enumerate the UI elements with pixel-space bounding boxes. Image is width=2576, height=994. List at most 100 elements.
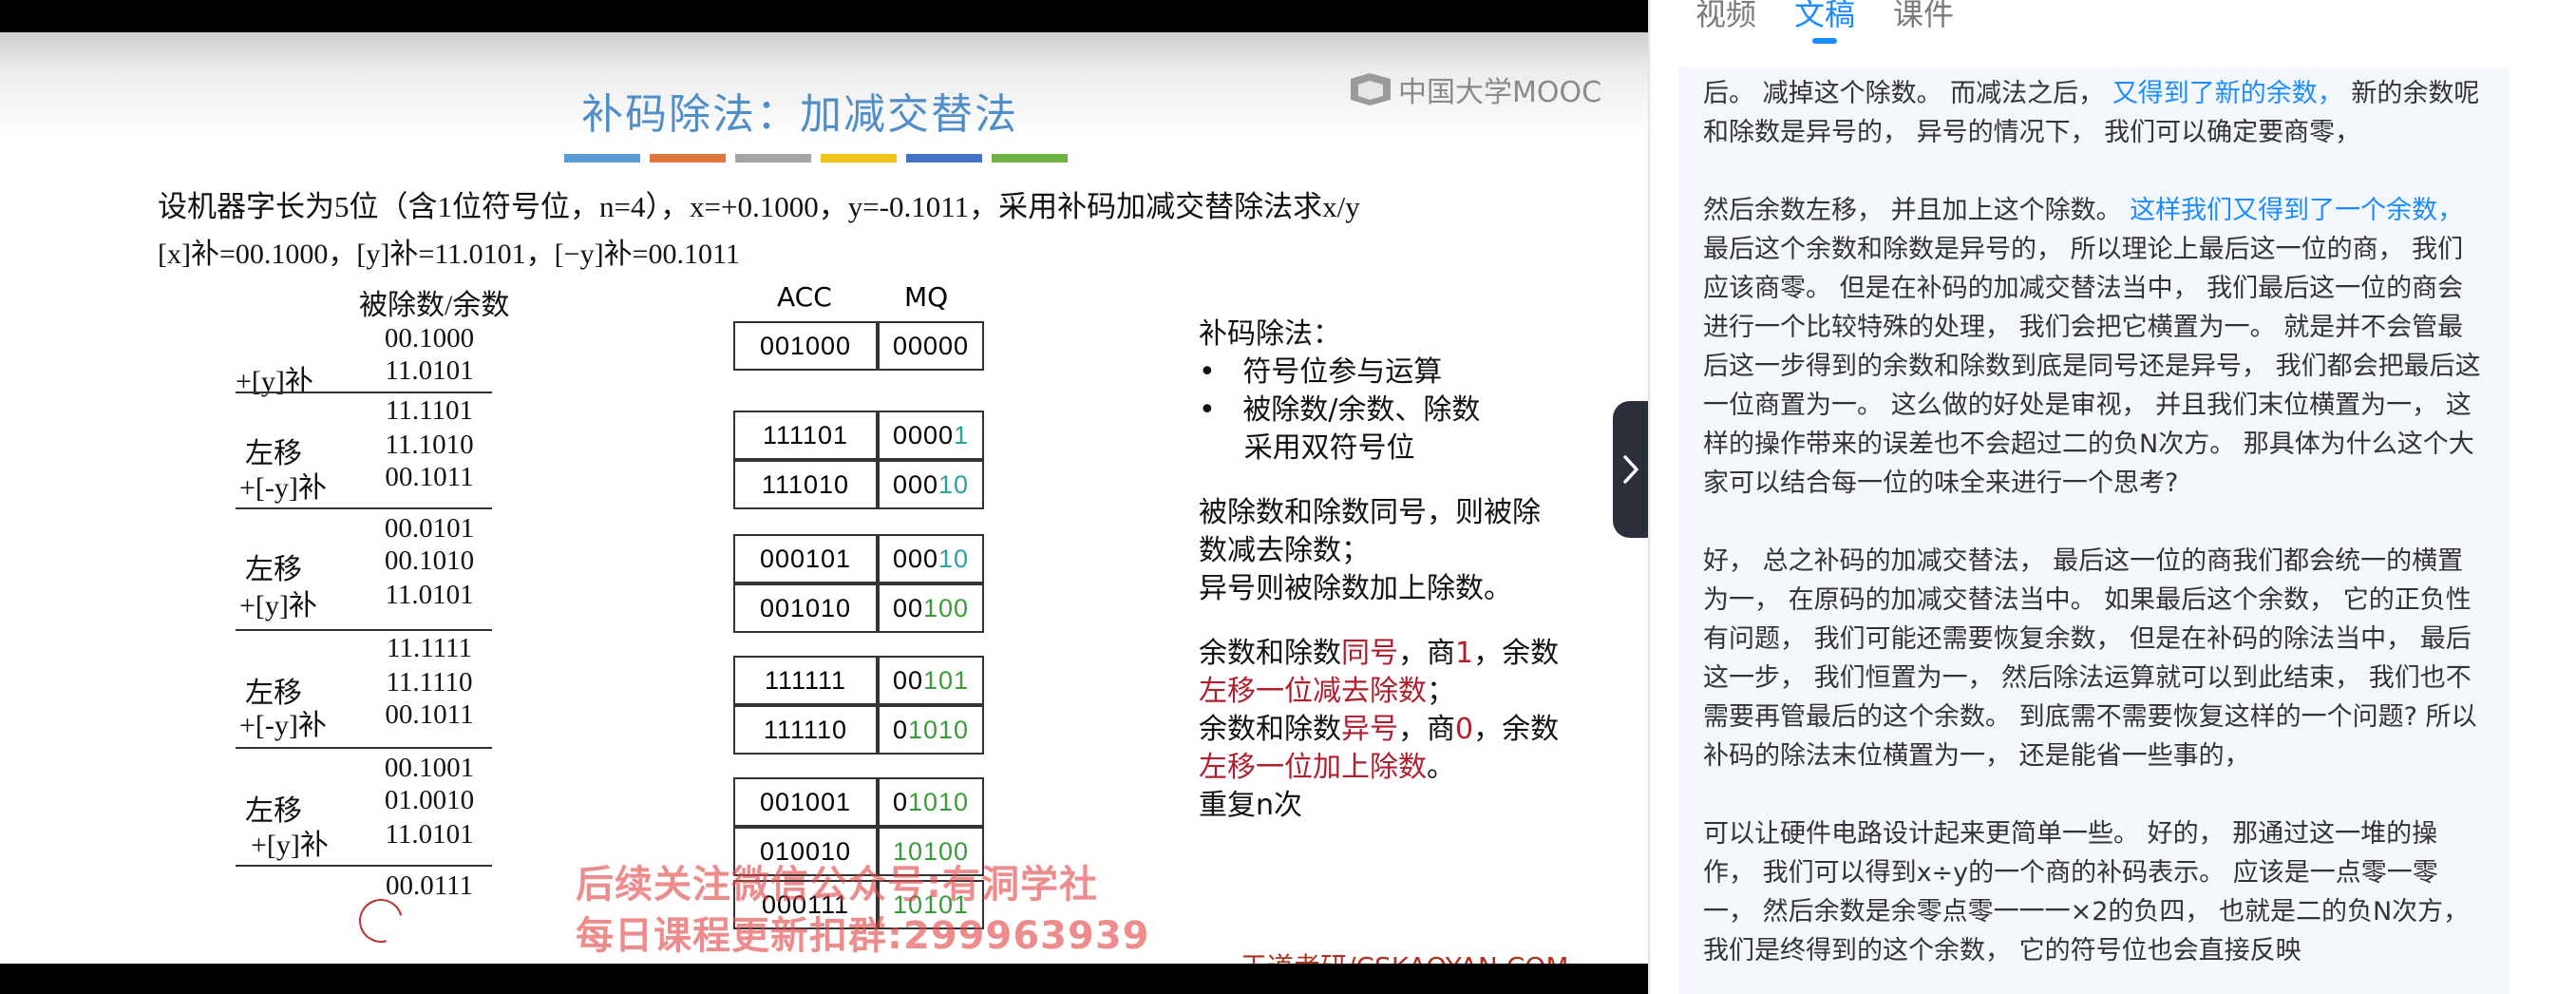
left-value-10: 00.1011 (385, 699, 474, 730)
repeat-note: 重复n次 (1199, 789, 1303, 822)
left-value-1: 11.0101 (385, 355, 474, 386)
mq-bits: 0 (892, 715, 908, 744)
sum-rule-line (236, 507, 492, 509)
transcript-paragraph: 后。 减掉这个除数。 而减法之后， 又得到了新的余数， 新的余数呢和除数是异号的… (1703, 74, 2481, 152)
rule-text: ，商 (1398, 637, 1455, 670)
rule-highlight: 左移一位减去除数 (1199, 675, 1427, 708)
tab-courseware[interactable]: 课件 (1893, 0, 1954, 44)
panel-tabs: 视频 文稿 课件 (1695, 0, 1954, 44)
rule-text: ，余数 (1473, 713, 1560, 746)
mq-quotient-bits: 10 (938, 469, 970, 499)
rule-text: ，商 (1398, 713, 1455, 746)
mq-quotient-bits: 1 (954, 420, 970, 449)
slide-title: 补码除法：加减交替法 (581, 90, 1018, 139)
explain-bullet-cont: 采用双符号位 (1199, 430, 1559, 468)
sum-rule-line (236, 747, 492, 749)
watermark-line: 后续关注微信公众号:有洞学社 (576, 863, 1098, 907)
acc-cell: 001010 (733, 583, 878, 633)
transcript-paragraph: 可以让硬件电路设计起来更简单一些。 好的， 那通过这一堆的操作， 我们可以得到x… (1703, 819, 2470, 965)
decorative-color-bars (564, 154, 1068, 162)
bullet-text: 采用双符号位 (1243, 431, 1415, 465)
mq-quotient-bits: 1010 (907, 787, 970, 816)
acc-cell: 111110 (733, 705, 878, 755)
transcript-area[interactable]: 后。 减掉这个除数。 而减法之后， 又得到了新的余数， 新的余数呢和除数是异号的… (1678, 67, 2510, 994)
rule-line: 被除数和除数同号，则被除 (1199, 496, 1541, 529)
left-value-5: 00.0101 (384, 513, 475, 544)
mq-cell: 0 1010 (878, 705, 984, 755)
acc-cell: 111111 (733, 656, 878, 705)
left-value-8: 11.1111 (387, 633, 472, 663)
transcript-highlight[interactable]: 这样我们又得到了一个余数， (2122, 196, 2463, 225)
rule-text: 余数和除数 (1199, 713, 1341, 746)
mq-cell: 0 1010 (878, 777, 984, 827)
rule-highlight: 0 (1455, 713, 1474, 746)
mq-bits: 0000 (892, 420, 955, 449)
transcript-text: 然后余数左移， 并且加上这个除数。 (1703, 196, 2122, 225)
watermark: 后续关注微信公众号:有洞学社 每日课程更新扣群:299963939 (576, 859, 1149, 962)
mq-bits: 00 (892, 665, 923, 695)
left-value-2: 11.1101 (385, 395, 474, 426)
rule-text: 。 (1427, 751, 1455, 784)
rule-highlight: 同号 (1341, 637, 1398, 670)
left-column-header: 被除数/余数 (359, 290, 510, 321)
acc-cell: 001001 (733, 777, 878, 827)
rule-same-sign: 余数和除数同号，商1，余数 (1199, 635, 1559, 673)
explain-bullet: • 符号位参与运算 (1199, 355, 1443, 389)
collapse-panel-button[interactable] (1613, 401, 1648, 538)
acc-header: ACC (777, 281, 832, 313)
transcript-highlight[interactable]: 又得到了新的余数， (2104, 79, 2343, 108)
sum-rule-line (236, 865, 492, 867)
mq-cell: 00000 (878, 321, 984, 371)
explanation-text: 补码除法： • 符号位参与运算 • 被除数/余数、除数 采用双符号位 被除数和除… (1199, 315, 1559, 825)
mq-bits: 000 (892, 544, 938, 573)
left-value-0: 00.1000 (384, 323, 475, 354)
mq-cell: 000 10 (878, 460, 984, 509)
rule-highlight: 异号 (1341, 713, 1398, 746)
acc-cell: 111101 (733, 411, 878, 460)
left-value-13: 11.0101 (385, 819, 474, 850)
color-bar (906, 154, 982, 162)
explain-bullet: • 被除数/余数、除数 (1199, 393, 1481, 427)
rule-text: 余数和除数 (1199, 637, 1341, 670)
rule-diff-sign-cont: 左移一位加上除数。 (1199, 749, 1559, 787)
sum-rule-line (236, 392, 492, 393)
acc-cell: 000101 (733, 534, 878, 583)
color-bar (564, 154, 640, 162)
mooc-logo-icon (1351, 73, 1391, 105)
mq-quotient-bits: 1010 (907, 715, 970, 744)
transcript-text: 最后这个余数和除数是异号的， 所以理论上最后这一位的商， 我们应该商零。 但是在… (1703, 235, 2481, 498)
acc-cell: 001000 (733, 321, 878, 371)
mq-quotient-bits: 101 (922, 665, 970, 695)
left-value-6: 00.1010 (384, 545, 475, 576)
lecture-slide: 补码除法：加减交替法 中国大学MOOC 设机器字长为5位（含1位符号位，n=4）… (0, 32, 1648, 983)
rule-text: ； (1427, 675, 1455, 708)
transcript-text: 后。 减掉这个除数。 而减法之后， (1703, 79, 2105, 108)
mq-quotient-bits: 100 (922, 593, 970, 622)
tab-video[interactable]: 视频 (1695, 0, 1756, 44)
mq-cell: 00 101 (878, 656, 984, 705)
rule-text: ，余数 (1473, 637, 1560, 670)
video-player[interactable]: 补码除法：加减交替法 中国大学MOOC 设机器字长为5位（含1位符号位，n=4）… (0, 0, 1648, 994)
complement-values: [x]补=00.1000，[y]补=11.0101，[−y]补=00.1011 (158, 239, 740, 270)
rule-diff-sign: 余数和除数异号，商0，余数 (1199, 711, 1559, 749)
side-panel: 视频 文稿 课件 后。 减掉这个除数。 而减法之后， 又得到了新的余数， 新的余… (1648, 0, 2576, 994)
mq-quotient-bits: 10 (938, 544, 970, 573)
rule-line: 异号则被除数加上除数。 (1199, 572, 1512, 605)
explain-title: 补码除法： (1199, 317, 1341, 351)
transcript-paragraph: 然后余数左移， 并且加上这个除数。 这样我们又得到了一个余数， 最后这个余数和除… (1703, 191, 2481, 503)
watermark-line: 每日课程更新扣群:299963939 (576, 914, 1150, 958)
mq-cell: 00 100 (878, 583, 984, 633)
problem-statement: 设机器字长为5位（含1位符号位，n=4），x=+0.1000，y=-0.1011… (158, 190, 1360, 223)
left-value-11: 00.1001 (384, 753, 475, 783)
mq-cell: 000 10 (878, 534, 984, 583)
mq-bits: 000 (892, 469, 938, 499)
mooc-logo-text: 中国大学MOOC (1398, 76, 1602, 109)
bullet-text: 符号位参与运算 (1242, 355, 1443, 389)
left-value-14: 00.0111 (385, 870, 474, 901)
op-add-y: +[y]补 (251, 830, 329, 861)
tab-transcript[interactable]: 文稿 (1794, 0, 1855, 44)
transcript-paragraph: 好， 总之补码的加减交替法， 最后这一位的商我们都会统一的横置为一， 在原码的加… (1703, 546, 2477, 771)
video-top-bar (0, 0, 1648, 32)
mq-cell: 0000 1 (878, 411, 984, 460)
